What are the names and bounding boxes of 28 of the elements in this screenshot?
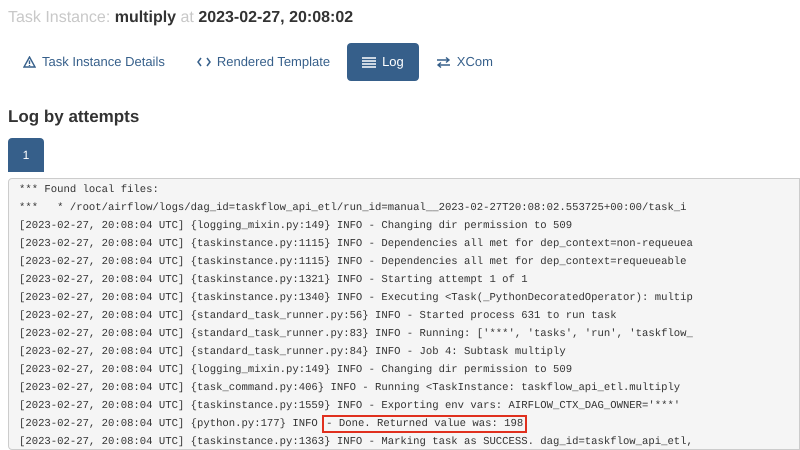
log-line: *** Found local files: xyxy=(19,184,159,196)
log-line: [2023-02-27, 20:08:04 UTC] {python.py:177} INFO xyxy=(19,418,319,430)
tab[interactable]: Log xyxy=(347,43,419,81)
code-icon xyxy=(196,57,211,67)
list-icon xyxy=(362,56,376,68)
section-heading: Log by attempts xyxy=(8,106,140,128)
task-date: 2023-02-27, 20:08:02 xyxy=(198,9,354,26)
warning-icon xyxy=(23,56,36,68)
log-line: [2023-02-27, 20:08:04 UTC] {logging_mixin.py:149} INFO - Changing dir permission to 509 xyxy=(19,220,572,232)
log-line: [2023-02-27, 20:08:04 UTC] {taskinstance.py:1559} INFO - Exporting env vars: AIRFLOW_CTX_DAG_OWNER='***' xyxy=(19,400,680,412)
log-line: [2023-02-27, 20:08:04 UTC] {standard_task_runner.py:84} INFO - Job 4: Subtask multiply xyxy=(19,346,566,358)
log-line: [2023-02-27, 20:08:04 UTC] {logging_mixin.py:149} INFO - Changing dir permission to 509 xyxy=(19,364,572,376)
log-line: [2023-02-27, 20:08:04 UTC] {task_command.py:406} INFO - Running <TaskInstance: taskflow_api_etl.multiply xyxy=(19,382,680,394)
swap-icon xyxy=(436,56,451,68)
log-line: [2023-02-27, 20:08:04 UTC] {taskinstance.py:1321} INFO - Starting attempt 1 of 1 xyxy=(19,274,528,286)
tab[interactable]: XCom xyxy=(420,43,508,81)
tab[interactable]: Rendered Template xyxy=(182,43,346,81)
highlighted-log-text: - Done. Returned value was: 198 xyxy=(324,417,526,431)
log-line: [2023-02-27, 20:08:04 UTC] {taskinstance.py:1115} INFO - Dependencies all met for dep_context=non-requeuea xyxy=(19,238,693,250)
log-line: [2023-02-27, 20:08:04 UTC] {taskinstance.py:1340} INFO - Executing <Task(_PythonDecoratedOperator): multip xyxy=(19,292,693,304)
tab[interactable]: Task Instance Details xyxy=(8,43,180,81)
task-name: multiply xyxy=(114,9,176,26)
log-line: [2023-02-27, 20:08:04 UTC] {standard_task_runner.py:56} INFO - Started process 631 to run task xyxy=(19,310,617,322)
log-line: [2023-02-27, 20:08:04 UTC] {taskinstance.py:1363} INFO - Marking task as SUCCESS. dag_id=taskflow_api_etl, xyxy=(19,436,693,448)
log-line: *** * /root/airflow/logs/dag_id=taskflow_api_etl/run_id=manual__2023-02-27T20:08:02.553725+00:00/task_i xyxy=(19,202,687,214)
log-line: [2023-02-27, 20:08:04 UTC] {standard_task_runner.py:83} INFO - Running: ['***', 'tasks', 'run', 'taskflow_ xyxy=(19,328,693,340)
log-line: [2023-02-27, 20:08:04 UTC] {taskinstance.py:1115} INFO - Dependencies all met for dep_context=requeueable xyxy=(19,256,687,268)
attempt-button[interactable]: 1 xyxy=(8,138,44,172)
